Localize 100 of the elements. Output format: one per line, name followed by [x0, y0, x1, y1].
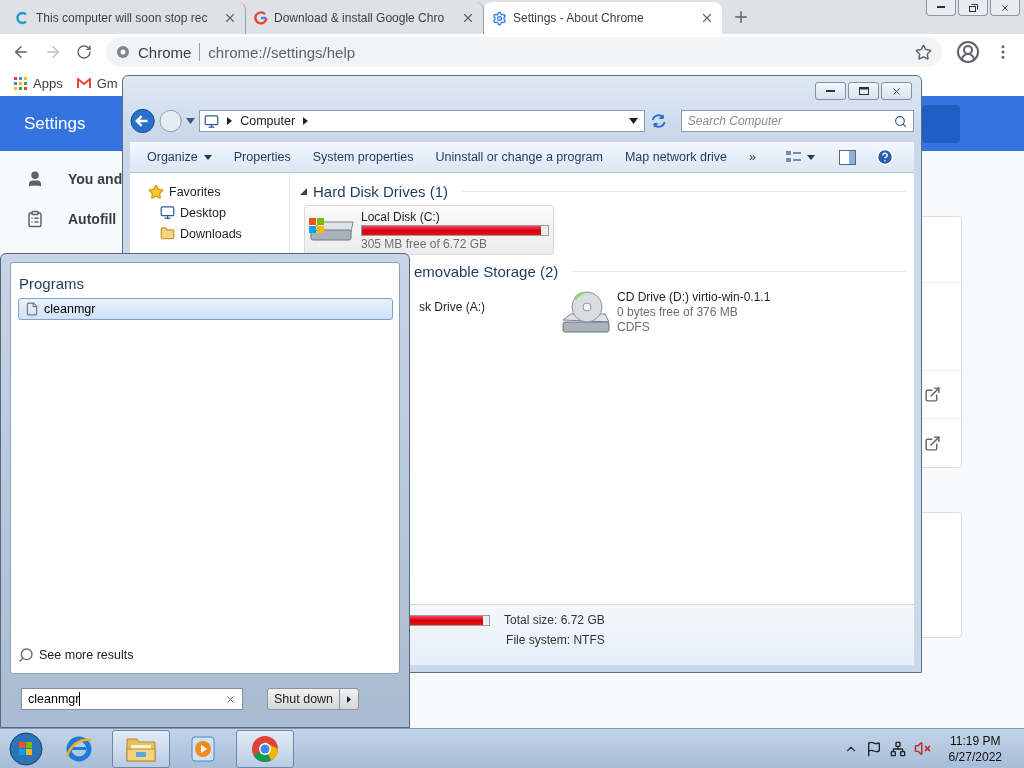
settings-title: Settings [24, 113, 86, 134]
reload-icon[interactable] [76, 44, 92, 60]
search-value: cleanmgr [28, 692, 80, 706]
date-text: 6/27/2022 [948, 749, 1002, 764]
taskbar-button[interactable] [236, 729, 294, 768]
close-icon [891, 85, 902, 97]
folder-icon [160, 226, 175, 241]
chrome-logo-icon[interactable] [250, 733, 280, 764]
bookmark-star-icon[interactable] [915, 43, 932, 61]
site-label: Chrome [138, 43, 192, 61]
external-link-icon[interactable] [924, 434, 941, 452]
g-logo-icon [254, 11, 268, 25]
minimize-icon [937, 6, 945, 9]
apps-grid-icon[interactable] [14, 76, 27, 90]
back-icon[interactable] [130, 108, 156, 134]
mail-icon[interactable] [76, 77, 91, 89]
drive-name: sk Drive (A:) [419, 300, 485, 314]
toolbar-button[interactable]: System properties [305, 150, 421, 164]
address-bar[interactable]: Chrome chrome://settings/help [106, 37, 942, 67]
chevron-icon [227, 117, 233, 125]
tab-title: Download & install Google Chro [274, 11, 446, 25]
collapse-icon[interactable] [300, 187, 307, 195]
clear-icon[interactable] [225, 693, 236, 705]
drive-name: CD Drive (D:) virtio-win-0.1.1 [617, 290, 771, 304]
cd-drive-icon [561, 290, 611, 336]
search-icon[interactable] [894, 114, 907, 128]
maximize-button[interactable] [848, 82, 879, 100]
search-field[interactable]: Search Computer [680, 110, 914, 132]
close-icon[interactable] [700, 11, 714, 25]
clipboard-icon [26, 210, 44, 228]
flag-icon[interactable] [865, 740, 882, 757]
taskbar-button[interactable] [112, 729, 170, 768]
shut-down-button[interactable]: Shut down [267, 688, 341, 710]
file-icon [25, 302, 39, 316]
dropdown-icon[interactable] [629, 118, 639, 124]
toolbar-button[interactable]: Properties [226, 150, 298, 164]
external-link-icon[interactable] [924, 386, 941, 403]
browser-tab[interactable]: Settings - About Chrome [484, 2, 722, 34]
caret-icon [203, 154, 212, 160]
gear-icon [492, 10, 507, 26]
clock[interactable]: 11:19 PM 6/27/2022 [948, 733, 1002, 764]
see-more-link[interactable]: See more results [18, 647, 393, 663]
close-icon[interactable] [223, 11, 237, 25]
maximize-icon [858, 87, 869, 95]
nav-item[interactable]: Downloads [148, 225, 289, 242]
c-logo-icon [16, 11, 30, 25]
chevron-icon [303, 117, 309, 125]
drive-name: Local Disk (C:) [361, 210, 441, 224]
toolbar-button[interactable]: Uninstall or change a program [428, 150, 610, 164]
media-player-icon[interactable] [190, 734, 216, 763]
free-space-text: 0 bytes free of 376 MB [617, 305, 739, 319]
restore-button[interactable] [958, 0, 988, 16]
view-options-icon[interactable] [785, 150, 815, 164]
preview-pane-icon[interactable] [839, 149, 856, 165]
nav-item[interactable]: Desktop [148, 204, 289, 221]
file-system-text: CDFS [617, 320, 651, 334]
help-icon[interactable] [876, 148, 894, 166]
group-title: Hard Disk Drives (1) [313, 182, 448, 200]
tab-title: Settings - About Chrome [513, 11, 645, 25]
drive-tile[interactable]: CD Drive (D:) virtio-win-0.1.1 0 bytes free of 376 MB CDFS [558, 285, 808, 335]
star-icon [148, 183, 164, 200]
tab-title: This computer will soon stop rec [36, 11, 209, 25]
minimize-button[interactable] [815, 82, 846, 100]
total-size-text: Total size: 6.72 GB [504, 613, 605, 627]
close-icon [1000, 2, 1010, 13]
shut-down-options-button[interactable] [340, 688, 360, 710]
minimize-button[interactable] [926, 0, 956, 16]
time-text: 11:19 PM [950, 733, 1001, 748]
start-button[interactable] [6, 729, 46, 768]
toolbar-button[interactable]: Map network drive [617, 150, 735, 164]
back-icon[interactable] [12, 43, 30, 61]
toolbar-button[interactable]: » [742, 150, 763, 164]
profile-icon[interactable] [956, 40, 980, 64]
toolbar-button[interactable]: Organize [140, 150, 219, 164]
search-result[interactable]: cleanmgr [18, 298, 393, 320]
drive-tile[interactable]: Local Disk (C:) 305 MB free of 6.72 GB [304, 205, 554, 255]
free-space-text: 305 MB free of 6.72 GB [361, 237, 489, 251]
muted-speaker-icon[interactable] [913, 740, 931, 757]
bookmark-link[interactable]: Gm [96, 75, 118, 91]
settings-nav-item[interactable]: You and [0, 159, 123, 199]
new-tab-icon[interactable] [732, 8, 750, 26]
close-icon[interactable] [461, 11, 475, 25]
computer-icon [204, 113, 220, 129]
restore-icon [968, 3, 978, 12]
search-field[interactable] [922, 104, 960, 143]
desktop-icon [160, 205, 175, 220]
file-system-text: File system: NTFS [505, 633, 605, 647]
settings-nav-item[interactable]: Autofill [0, 199, 117, 239]
url-text: chrome://settings/help [208, 43, 356, 61]
group-title: emovable Storage (2) [414, 262, 559, 280]
browser-tab[interactable]: This computer will soon stop rec [8, 2, 246, 34]
network-icon[interactable] [889, 740, 906, 757]
close-button[interactable] [990, 0, 1020, 16]
favorites-item[interactable]: Favorites [148, 183, 289, 200]
search-field[interactable]: cleanmgr [21, 688, 243, 710]
caret-icon [347, 695, 352, 703]
bookmark-link[interactable]: Apps [33, 75, 63, 91]
chrome-logo-icon [116, 45, 130, 59]
address-field[interactable]: Computer [199, 110, 646, 132]
breadcrumb-item[interactable]: Computer [240, 114, 296, 128]
